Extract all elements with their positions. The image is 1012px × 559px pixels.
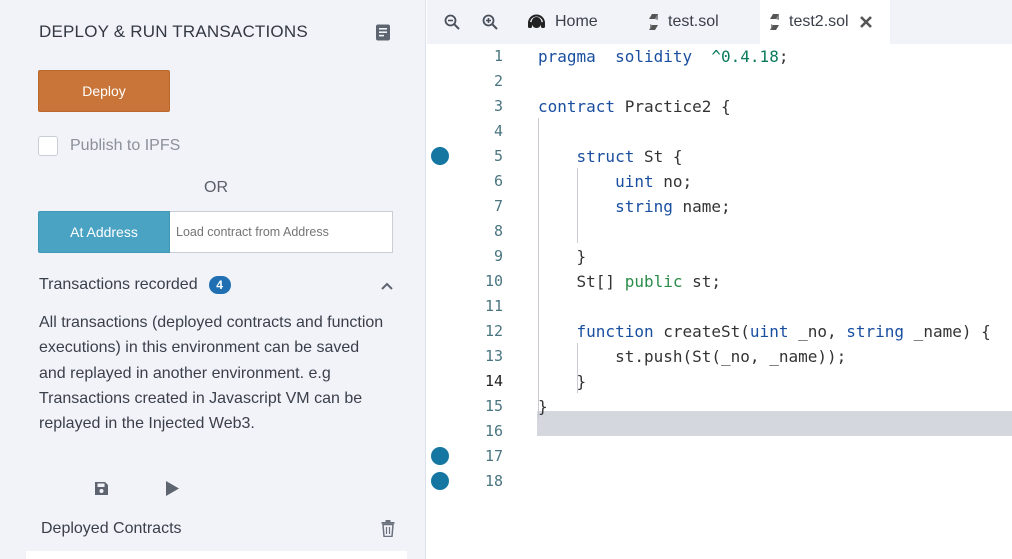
solidity-icon xyxy=(770,14,779,30)
transactions-description: All transactions (deployed contracts and… xyxy=(39,314,384,433)
publish-ipfs-label: Publish to IPFS xyxy=(70,137,181,154)
headset-icon xyxy=(528,14,545,28)
line-number[interactable]: 17 xyxy=(467,444,503,469)
code-line: } xyxy=(538,397,548,416)
breakpoint-marker[interactable] xyxy=(431,447,449,465)
play-icon[interactable] xyxy=(164,480,180,497)
code-line: st.push(St(_no, _name)); xyxy=(538,347,847,366)
line-number[interactable]: 10 xyxy=(467,269,503,294)
line-number[interactable]: 18 xyxy=(467,469,503,494)
line-number[interactable]: 3 xyxy=(467,94,503,119)
line-number[interactable]: 13 xyxy=(467,344,503,369)
code-line: string name; xyxy=(615,197,731,216)
transactions-count-badge: 4 xyxy=(208,276,231,294)
trash-icon[interactable] xyxy=(381,520,395,537)
tab-home-label: Home xyxy=(555,13,598,30)
tab-home[interactable]: Home xyxy=(527,0,598,44)
breakpoint-marker[interactable] xyxy=(431,472,449,490)
line-number[interactable]: 8 xyxy=(467,219,503,244)
line-number[interactable]: 15 xyxy=(467,394,503,419)
code-area[interactable]: 1 pragma solidity ^0.4.18; 2 3 contract Prac… xyxy=(427,44,1012,559)
breakpoint-marker[interactable] xyxy=(431,147,449,165)
tab-test-sol[interactable]: test.sol xyxy=(649,0,719,44)
deployed-contracts-label: Deployed Contracts xyxy=(41,520,182,537)
line-number[interactable]: 14 xyxy=(467,369,503,394)
code-editor: Home test.sol test2.sol 1 pragma solidit… xyxy=(427,0,1012,559)
save-icon[interactable] xyxy=(94,481,109,496)
code-line: uint no; xyxy=(615,172,693,191)
editor-tabbar: Home test.sol test2.sol xyxy=(427,0,1012,44)
line-number[interactable]: 4 xyxy=(467,119,503,144)
publish-ipfs-row: Publish to IPFS xyxy=(38,136,180,156)
publish-ipfs-checkbox[interactable] xyxy=(38,136,58,156)
line-number[interactable]: 2 xyxy=(467,69,503,94)
close-icon[interactable] xyxy=(859,15,873,29)
documentation-icon[interactable] xyxy=(375,24,391,41)
contract-address-input[interactable] xyxy=(170,211,393,253)
line-number[interactable]: 12 xyxy=(467,319,503,344)
tab-test2-sol-label: test2.sol xyxy=(789,13,849,30)
line-number[interactable]: 1 xyxy=(467,44,503,69)
code-line: } xyxy=(538,247,587,266)
deployed-contracts-list xyxy=(26,551,407,559)
line-number[interactable]: 6 xyxy=(467,169,503,194)
line-number[interactable]: 11 xyxy=(467,294,503,319)
line-number[interactable]: 16 xyxy=(467,419,503,444)
code-line: pragma solidity ^0.4.18; xyxy=(538,47,789,66)
transactions-recorded-label: Transactions recorded xyxy=(39,276,198,293)
code-line: struct St { xyxy=(576,147,683,166)
chevron-up-icon[interactable] xyxy=(380,281,394,291)
code-line: } xyxy=(538,372,587,391)
code-line: St[] public st; xyxy=(538,272,722,291)
zoom-in-icon[interactable] xyxy=(482,14,498,30)
at-address-button[interactable]: At Address xyxy=(38,211,170,253)
line-number[interactable]: 7 xyxy=(467,194,503,219)
code-line: function createSt(uint _no, string _name… xyxy=(576,322,991,341)
active-line-highlight xyxy=(537,411,1012,436)
tab-test2-sol[interactable]: test2.sol xyxy=(760,0,890,44)
solidity-icon xyxy=(649,14,658,30)
line-number[interactable]: 9 xyxy=(467,244,503,269)
transactions-recorded-header[interactable]: Transactions recorded 4 xyxy=(39,276,231,294)
run-panel: DEPLOY & RUN TRANSACTIONS Deploy Publish… xyxy=(0,0,426,559)
zoom-out-icon[interactable] xyxy=(444,14,460,30)
panel-title: DEPLOY & RUN TRANSACTIONS xyxy=(39,22,308,41)
at-address-row: At Address xyxy=(38,211,393,253)
line-number[interactable]: 5 xyxy=(467,144,503,169)
code-line: contract Practice2 { xyxy=(538,97,731,116)
or-separator: OR xyxy=(204,179,228,196)
deploy-button[interactable]: Deploy xyxy=(38,70,170,112)
tab-test-sol-label: test.sol xyxy=(668,13,719,30)
